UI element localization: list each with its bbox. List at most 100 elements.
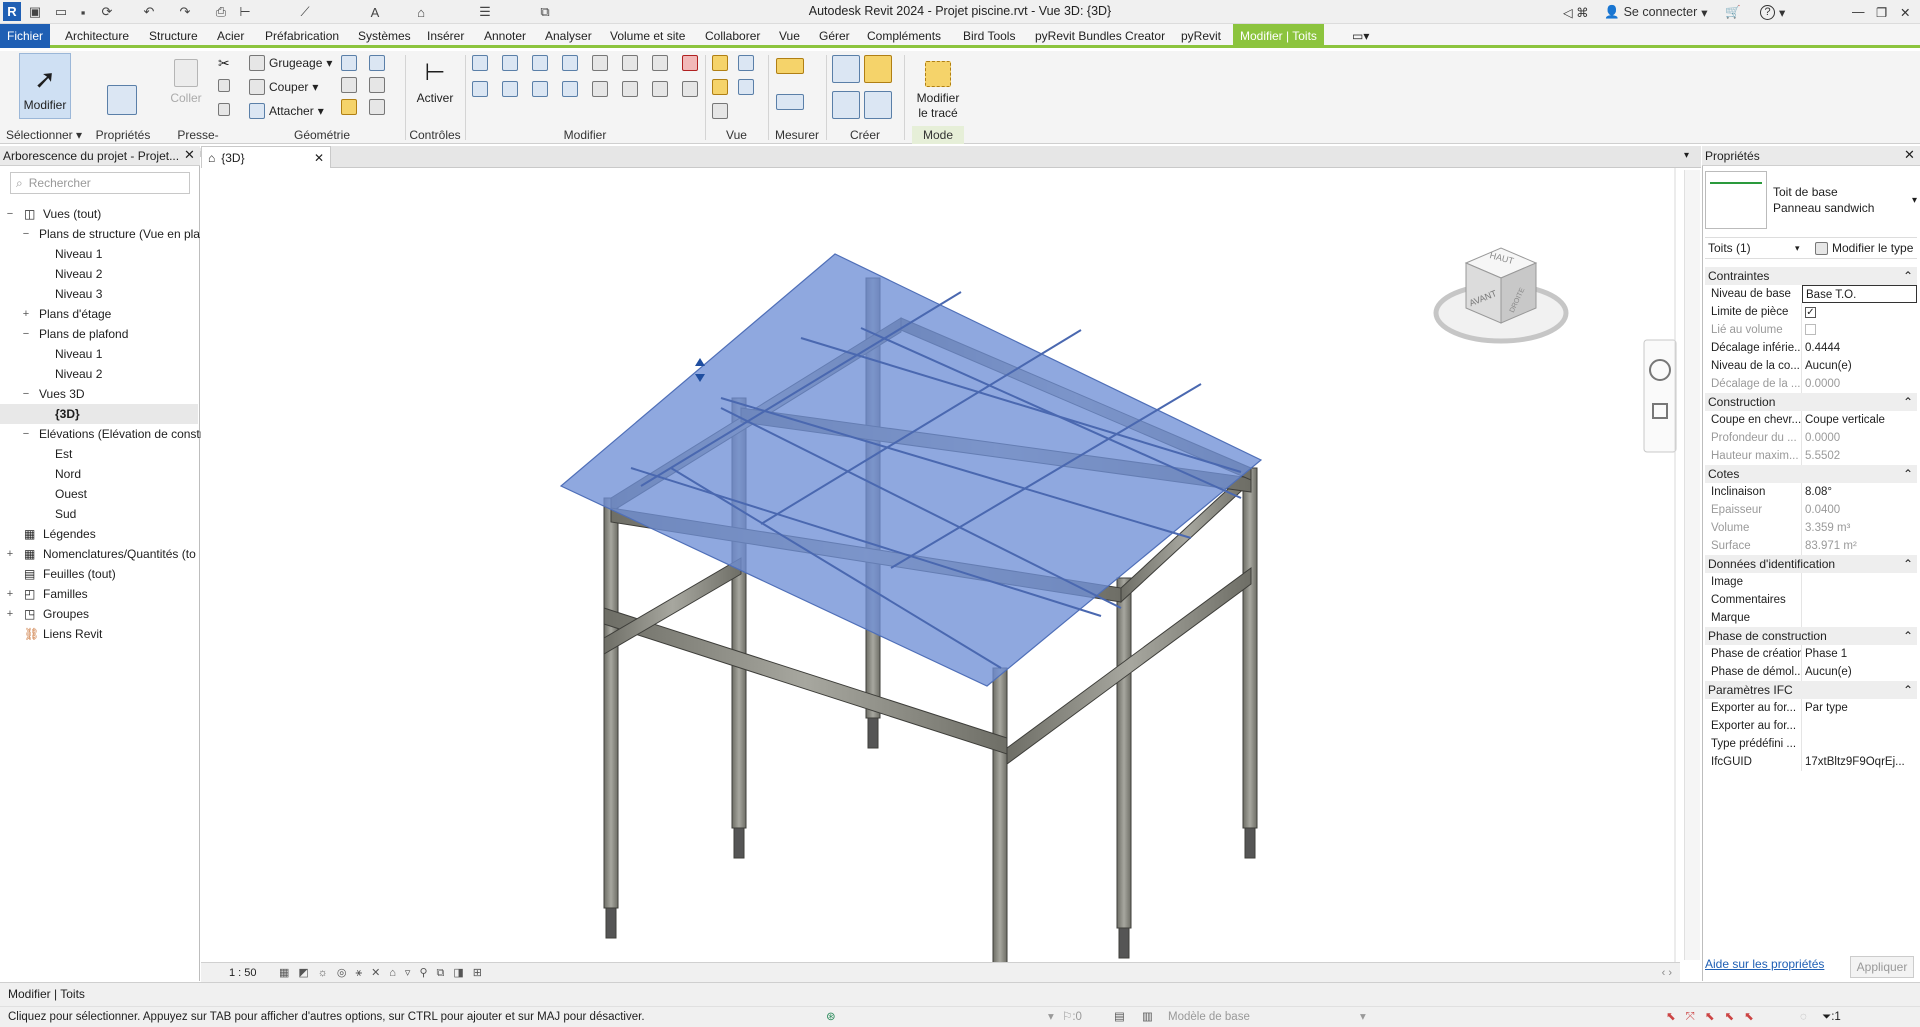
create-assembly-icon[interactable] — [832, 55, 860, 83]
paste-format-icon[interactable] — [218, 103, 230, 119]
tree-plans-structure[interactable]: − Plans de structure (Vue en pla — [0, 224, 200, 244]
worksets-icon[interactable]: ⊛ — [826, 1007, 836, 1027]
pin-icon[interactable] — [652, 55, 668, 71]
scale-icon[interactable] — [622, 81, 638, 97]
section-phase[interactable]: Phase de construction ⌃ — [1705, 627, 1917, 645]
move-icon[interactable] — [472, 81, 488, 97]
chevron-down-icon[interactable]: ▾ — [1360, 1007, 1366, 1027]
prop-ifcguid[interactable]: IfcGUID 17xtBltz9F9OqrEj... — [1705, 753, 1917, 771]
prop-value[interactable]: Coupe verticale — [1801, 411, 1917, 429]
view-scale[interactable]: 1 : 50 — [229, 967, 269, 979]
tab-architecture[interactable]: Architecture — [58, 24, 136, 48]
help-icon[interactable]: ? ▾ — [1760, 3, 1785, 21]
join-icon[interactable] — [341, 55, 357, 71]
measure-distance-icon[interactable] — [776, 58, 804, 74]
unjoin-icon[interactable] — [369, 55, 385, 71]
collapse-icon[interactable]: − — [20, 224, 32, 244]
paint-icon[interactable] — [369, 77, 385, 93]
collapse-icon[interactable]: − — [20, 424, 32, 444]
prop-value[interactable]: Aucun(e) — [1801, 357, 1917, 375]
close-browser-icon[interactable]: ✕ — [184, 147, 195, 163]
filter-count[interactable]: ⏷:1 — [1822, 1007, 1841, 1027]
prop-exporter-1[interactable]: Exporter au for... Par type — [1705, 699, 1917, 717]
prop-exporter-2[interactable]: Exporter au for... — [1705, 717, 1917, 735]
background-processes-icon[interactable]: ◌ — [1800, 1007, 1807, 1027]
tree-niveau-3[interactable]: Niveau 3 — [0, 284, 198, 304]
collapse-section-icon[interactable]: ⌃ — [1903, 465, 1913, 483]
grugeage-button[interactable]: Grugeage ▾ — [249, 55, 332, 71]
type-selector[interactable]: Toit de base Panneau sandwich ▾ — [1705, 168, 1917, 232]
editable-icon[interactable]: ▤ — [1114, 1007, 1125, 1027]
design-options-zero[interactable]: ⚐:0 — [1062, 1007, 1082, 1027]
delete-icon[interactable] — [682, 55, 698, 71]
vertical-scrollbar[interactable] — [1684, 170, 1700, 960]
expand-icon[interactable]: + — [4, 604, 16, 624]
tab-structure[interactable]: Structure — [142, 24, 205, 48]
create-similar-icon[interactable] — [864, 91, 892, 119]
tree-feuilles[interactable]: ▤ Feuilles (tout) — [0, 564, 198, 584]
expand-icon[interactable]: + — [4, 584, 16, 604]
prop-decalage-inferieur[interactable]: Décalage inférie... 0.4444 — [1705, 339, 1917, 357]
trim-extend-icon[interactable] — [682, 81, 698, 97]
wall-join-icon[interactable] — [341, 99, 357, 115]
tree-vues-3d[interactable]: − Vues 3D — [0, 384, 198, 404]
coller-button[interactable]: Coller — [168, 55, 204, 121]
proprietes-button[interactable] — [96, 55, 148, 121]
view-control-icons[interactable]: ▦◩☼◎⚹✕⌂▿⚲⧉◨⊞ — [279, 966, 491, 980]
split-face-icon[interactable] — [341, 77, 357, 93]
collapse-icon[interactable]: − — [20, 324, 32, 344]
panel-selectionner[interactable]: Sélectionner ▾ — [0, 126, 88, 144]
collapse-icon[interactable]: − — [4, 204, 16, 224]
tree-plans-etage[interactable]: + Plans d'étage — [0, 304, 198, 324]
tree-niveau-2[interactable]: Niveau 2 — [0, 264, 198, 284]
prop-niveau-base[interactable]: Niveau de base Base T.O. — [1705, 285, 1917, 303]
tab-collaborer[interactable]: Collaborer — [698, 24, 767, 48]
tab-acier[interactable]: Acier — [210, 24, 251, 48]
split-gap-icon[interactable] — [622, 55, 638, 71]
section-ifc[interactable]: Paramètres IFC ⌃ — [1705, 681, 1917, 699]
aligned-dimension-icon[interactable] — [776, 94, 804, 110]
linework-icon[interactable] — [712, 79, 728, 95]
tab-systemes[interactable]: Systèmes — [351, 24, 418, 48]
collapse-section-icon[interactable]: ⌃ — [1903, 627, 1913, 645]
chevron-down-icon[interactable]: ▾ — [1048, 1007, 1054, 1027]
tab-overflow-icon[interactable]: ▾ — [1684, 150, 1689, 161]
mirror-draw-icon[interactable] — [562, 55, 578, 71]
selection-toggle-icons[interactable]: ⬉⤧⬉⬉⬉ — [1666, 1007, 1764, 1027]
sign-in[interactable]: 👤 Se connecter ▾ — [1604, 3, 1708, 21]
browser-search-input[interactable]: ⌕ Rechercher — [10, 172, 190, 194]
tree-vues-tout[interactable]: − ◫ Vues (tout) — [0, 204, 198, 224]
tab-fichier[interactable]: Fichier — [0, 24, 51, 48]
prop-value[interactable]: Aucun(e) — [1801, 663, 1917, 681]
prop-phase-creation[interactable]: Phase de création Phase 1 — [1705, 645, 1917, 663]
unpin-icon[interactable] — [652, 81, 668, 97]
tree-plafond-niveau-1[interactable]: Niveau 1 — [0, 344, 198, 364]
prop-value[interactable] — [1801, 735, 1917, 753]
tree-liens-revit[interactable]: ⛓ Liens Revit — [0, 624, 198, 644]
tree-elevations[interactable]: − Elévations (Elévation de constr — [0, 424, 204, 444]
cut-scissors-icon[interactable]: ✂ — [218, 55, 230, 72]
prop-value[interactable]: 8.08° — [1801, 483, 1917, 501]
array-icon[interactable] — [592, 81, 608, 97]
mirror-axis-icon[interactable] — [532, 55, 548, 71]
tab-pyrevit-bundles[interactable]: pyRevit Bundles Creator — [1028, 24, 1172, 48]
view-cube[interactable]: HAUT AVANT DROITE — [1433, 247, 1569, 344]
prop-value-input[interactable]: Base T.O. — [1802, 285, 1917, 303]
split-icon[interactable] — [592, 55, 608, 71]
tab-3d-view[interactable]: ⌂ {3D} ✕ — [201, 146, 331, 168]
apply-button[interactable]: Appliquer — [1850, 956, 1914, 978]
hide-in-view-icon[interactable] — [712, 55, 728, 71]
section-construction[interactable]: Construction ⌃ — [1705, 393, 1917, 411]
prop-type-predefini[interactable]: Type prédéfini ... — [1705, 735, 1917, 753]
tree-ouest[interactable]: Ouest — [0, 484, 198, 504]
rotate-icon[interactable] — [532, 81, 548, 97]
close-window-icon[interactable]: ✕ — [1900, 3, 1910, 21]
tree-plafond-niveau-2[interactable]: Niveau 2 — [0, 364, 198, 384]
prop-value[interactable]: Phase 1 — [1801, 645, 1917, 663]
attacher-button[interactable]: Attacher ▾ — [249, 103, 324, 119]
collapse-section-icon[interactable]: ⌃ — [1903, 681, 1913, 699]
trim-icon[interactable] — [562, 81, 578, 97]
3d-viewport[interactable]: HAUT AVANT DROITE — [201, 168, 1701, 1027]
instance-filter[interactable]: Toits (1) — [1705, 241, 1795, 255]
close-properties-icon[interactable]: ✕ — [1904, 147, 1915, 163]
